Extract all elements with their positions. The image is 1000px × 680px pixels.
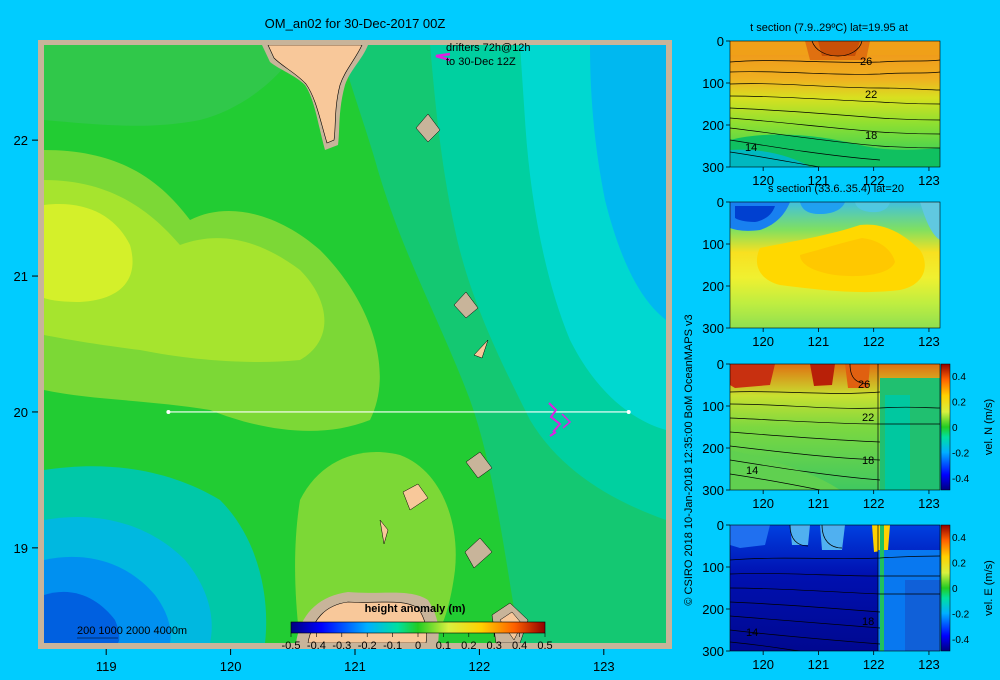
- section-y-tick-label: 300: [702, 160, 724, 175]
- map-y-tick-label: 22: [14, 133, 28, 148]
- section-x-tick-label: 122: [863, 657, 885, 672]
- section-x-tick-label: 123: [918, 334, 940, 349]
- ve-contour-label-2: 14: [746, 627, 758, 639]
- section-colorbar-tick-label: -0.4: [952, 474, 970, 485]
- section-x-tick-label: 121: [808, 334, 830, 349]
- vn-contour-label-1: 26: [858, 379, 870, 391]
- section-y-tick-label: 300: [702, 321, 724, 336]
- map-field: [44, 45, 666, 643]
- ve-contour-label-1: 18: [862, 616, 874, 628]
- section-x-tick-label: 121: [808, 496, 830, 511]
- ve-colorbar: [940, 524, 951, 652]
- map-y-axis: 19 20 21 22: [14, 133, 38, 556]
- map-x-tick-label: 123: [593, 659, 615, 674]
- vn-contour-label-4: 14: [746, 465, 758, 477]
- map-plot: drifters 72h@12h to 30-Dec 12Z 200 1000 …: [38, 40, 672, 652]
- colorbar-tick-label: -0.4: [307, 640, 326, 652]
- section-colorbar-tick-label: 0: [952, 423, 958, 434]
- t-contour-label-1: 26: [860, 56, 872, 68]
- section-y-tick-label: 200: [702, 602, 724, 617]
- colorbar-tick-label: -0.1: [383, 640, 402, 652]
- section-colorbar-tick-label: -0.2: [952, 610, 970, 621]
- depth-legend: 200 1000 2000 4000m: [77, 625, 187, 637]
- vn-colorbar-label: vel. N (m/s): [983, 399, 995, 455]
- section-x-tick-label: 120: [752, 334, 774, 349]
- t-contour-label-4: 14: [745, 142, 757, 154]
- section-y-tick-label: 300: [702, 483, 724, 498]
- section-y-tick-label: 0: [717, 34, 724, 49]
- colorbar-tick-label: 0.1: [436, 640, 451, 652]
- section-colorbar-tick-label: 0: [952, 584, 958, 595]
- colorbar-tick-label: 0.5: [537, 640, 552, 652]
- section-y-tick-label: 200: [702, 441, 724, 456]
- section-y-tick-label: 100: [702, 76, 724, 91]
- vn-colorbar: [940, 363, 951, 491]
- colorbar-tick-label: 0.2: [461, 640, 476, 652]
- ve-colorbar-label: vel. E (m/s): [983, 560, 995, 616]
- colorbar-tick-label: -0.5: [282, 640, 301, 652]
- s-section-panel: s section (33.6..35.4) lat=20 120 121 122 1…: [702, 183, 941, 349]
- map-x-tick-label: 121: [344, 659, 366, 674]
- section-x-tick-label: 120: [752, 657, 774, 672]
- section-y-tick-label: 0: [717, 357, 724, 372]
- section-line-start: [166, 409, 171, 414]
- vn-contour-label-3: 18: [862, 455, 874, 467]
- section-y-tick-label: 100: [702, 399, 724, 414]
- section-y-tick-label: 300: [702, 644, 724, 659]
- vn-contour-label-2: 22: [862, 412, 874, 424]
- colorbar-tick-label: -0.2: [358, 640, 377, 652]
- section-x-tick-label: 123: [918, 496, 940, 511]
- section-x-tick-label: 121: [808, 657, 830, 672]
- map-x-tick-label: 119: [96, 659, 117, 674]
- figure: OM_an02 for 30-Dec-2017 00Z drifters 72h…: [14, 16, 995, 674]
- drifter-annotation-line-1: drifters 72h@12h: [446, 42, 531, 54]
- map-x-tick-label: 122: [469, 659, 491, 674]
- t-contour-label-2: 22: [865, 89, 877, 101]
- section-y-tick-label: 0: [717, 195, 724, 210]
- section-x-tick-label: 123: [918, 173, 940, 188]
- colorbar-tick-label: 0.4: [512, 640, 527, 652]
- section-x-tick-label: 120: [752, 496, 774, 511]
- section-x-tick-label: 123: [918, 657, 940, 672]
- section-colorbar-tick-label: 0.4: [952, 372, 966, 383]
- colorbar-tick-label: 0.3: [487, 640, 502, 652]
- colorbar-tick-label: -0.3: [332, 640, 351, 652]
- section-colorbar-tick-label: -0.4: [952, 635, 970, 646]
- map-x-axis: 119 120 121 122 123: [96, 649, 615, 674]
- ve-section-panel: 18 14 vel. E (m/s) 120 121 122 123 0 100 200 30…: [702, 518, 995, 672]
- section-colorbar-tick-label: -0.2: [952, 449, 970, 460]
- section-y-tick-label: 100: [702, 560, 724, 575]
- t-section-title: t section (7.9..29ºC) lat=19.95 at: [750, 22, 908, 34]
- section-y-tick-label: 200: [702, 118, 724, 133]
- credit-text: © CSIRO 2018 10-Jan-2018 12:35:00 BoM Oc…: [683, 314, 695, 605]
- colorbar-tick-label: 0: [415, 640, 421, 652]
- map-title: OM_an02 for 30-Dec-2017 00Z: [265, 16, 446, 31]
- colorbar-label: height anomaly (m): [365, 603, 466, 615]
- section-x-tick-label: 122: [863, 496, 885, 511]
- map-y-tick-label: 20: [14, 405, 28, 420]
- section-y-tick-label: 200: [702, 279, 724, 294]
- section-colorbar-tick-label: 0.4: [952, 533, 966, 544]
- section-colorbar-tick-label: 0.2: [952, 559, 966, 570]
- section-line-end: [626, 409, 631, 414]
- colorbar: [290, 621, 546, 634]
- section-y-tick-label: 100: [702, 237, 724, 252]
- map-x-tick-label: 120: [220, 659, 242, 674]
- vn-section-panel: 26 22 18 14 vel. N (m/s) 120 121 122 123 0 10…: [702, 357, 995, 511]
- section-y-tick-label: 0: [717, 518, 724, 533]
- s-section-title: s section (33.6..35.4) lat=20: [768, 183, 904, 195]
- section-colorbar-tick-label: 0.2: [952, 398, 966, 409]
- t-section-panel: t section (7.9..29ºC) lat=19.95 at 26 22…: [702, 22, 941, 188]
- drifter-annotation-line-2: to 30-Dec 12Z: [446, 56, 516, 68]
- section-x-tick-label: 122: [863, 334, 885, 349]
- t-contour-label-3: 18: [865, 130, 877, 142]
- map-y-tick-label: 21: [14, 269, 28, 284]
- map-y-tick-label: 19: [14, 541, 28, 556]
